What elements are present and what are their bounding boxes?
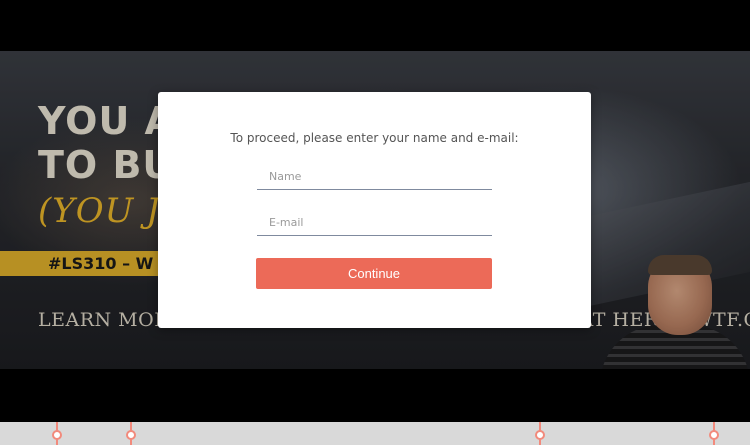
timeline-marker[interactable] <box>52 422 62 445</box>
email-field[interactable] <box>257 210 492 236</box>
timeline-marker[interactable] <box>535 422 545 445</box>
timeline-marker-dot <box>535 430 545 440</box>
lead-capture-modal: To proceed, please enter your name and e… <box>158 92 591 328</box>
timeline-marker-dot <box>126 430 136 440</box>
name-field[interactable] <box>257 164 492 190</box>
timeline-marker-dot <box>709 430 719 440</box>
timeline-marker[interactable] <box>709 422 719 445</box>
timeline-marker-dot <box>52 430 62 440</box>
modal-prompt: To proceed, please enter your name and e… <box>230 131 519 145</box>
continue-button[interactable]: Continue <box>256 258 492 289</box>
video-timeline[interactable] <box>0 422 750 445</box>
timeline-marker[interactable] <box>126 422 136 445</box>
